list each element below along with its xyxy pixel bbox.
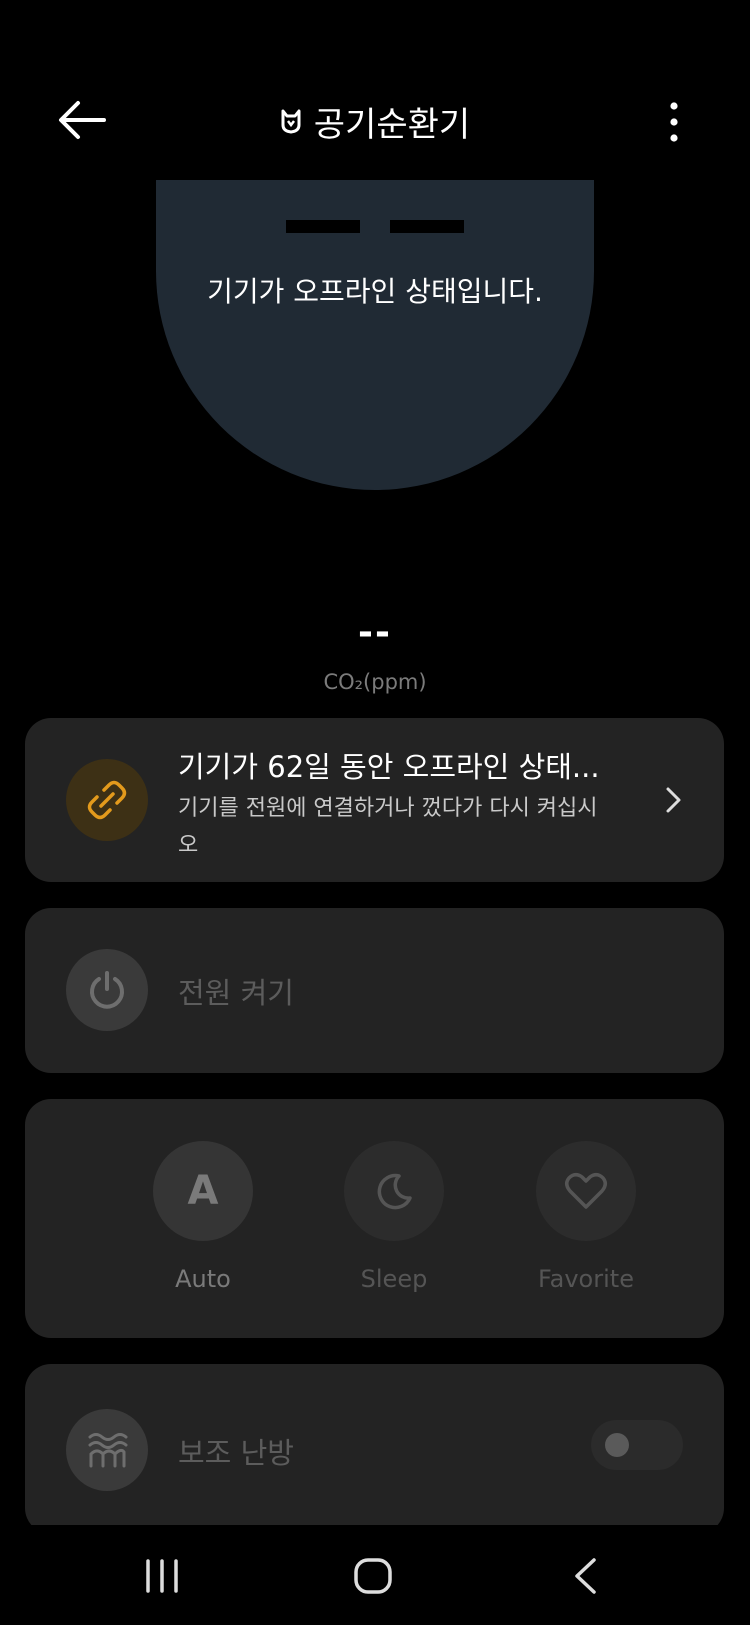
- moon-icon: [377, 1173, 412, 1210]
- toggle-knob: [605, 1433, 629, 1457]
- chevron-right-icon: [666, 787, 681, 813]
- co2-unit: CO₂(ppm): [323, 670, 427, 694]
- mode-sleep[interactable]: Sleep: [324, 1141, 464, 1293]
- mode-favorite[interactable]: Favorite: [516, 1141, 656, 1293]
- heat-icon-circle: [66, 1409, 148, 1491]
- mi-logo-icon: [281, 109, 301, 134]
- co2-value: --: [358, 612, 392, 653]
- letter-a-icon: A: [153, 1141, 253, 1241]
- offline-notice-card[interactable]: 기기가 62일 동안 오프라인 상태... 기기를 전원에 연결하거나 껐다가 …: [25, 718, 724, 882]
- mode-auto-label: Auto: [175, 1265, 231, 1293]
- kebab-menu-icon: [670, 102, 678, 142]
- aux-heat-label: 보조 난방: [178, 1436, 294, 1470]
- offline-title: 기기가 62일 동안 오프라인 상태...: [178, 750, 600, 784]
- offline-detail-chevron[interactable]: [661, 782, 685, 818]
- power-icon: [90, 971, 124, 1009]
- back-chevron-icon: [575, 1558, 596, 1594]
- system-back-button[interactable]: [570, 1555, 600, 1597]
- recent-apps-icon: [146, 1559, 178, 1593]
- offline-icon-circle: [66, 759, 148, 841]
- mode-favorite-label: Favorite: [538, 1265, 634, 1293]
- home-icon: [354, 1558, 392, 1594]
- mode-auto[interactable]: A Auto: [133, 1141, 273, 1293]
- title-wrap: 공기순환기: [0, 96, 750, 146]
- more-menu-button[interactable]: [660, 100, 688, 144]
- heater-waves-icon: [88, 1433, 128, 1468]
- aux-heat-toggle[interactable]: [591, 1420, 683, 1470]
- page-title: 공기순환기: [313, 104, 471, 145]
- power-card[interactable]: 전원 켜기: [25, 908, 724, 1073]
- offline-message: 기기가 오프라인 상태입니다.: [207, 275, 543, 308]
- heart-icon: [565, 1173, 607, 1209]
- recent-apps-button[interactable]: [144, 1555, 180, 1597]
- power-button[interactable]: [66, 949, 148, 1031]
- system-nav-bar: [0, 1525, 750, 1625]
- gauge-dash-left: [286, 220, 360, 233]
- mode-sleep-label: Sleep: [360, 1265, 428, 1293]
- gauge-dash-right: [390, 220, 464, 233]
- power-label: 전원 켜기: [178, 976, 294, 1010]
- offline-description: 기기를 전원에 연결하거나 껐다가 다시 켜십시오: [178, 796, 598, 858]
- mode-favorite-circle: [536, 1141, 636, 1241]
- mode-sleep-circle: [344, 1141, 444, 1241]
- broken-link-icon: [87, 780, 127, 820]
- status-gauge: 기기가 오프라인 상태입니다.: [156, 180, 594, 490]
- aux-heat-card: 보조 난방: [25, 1364, 724, 1534]
- home-button[interactable]: [352, 1555, 394, 1597]
- mode-card: A Auto Sleep Favorite: [25, 1099, 724, 1338]
